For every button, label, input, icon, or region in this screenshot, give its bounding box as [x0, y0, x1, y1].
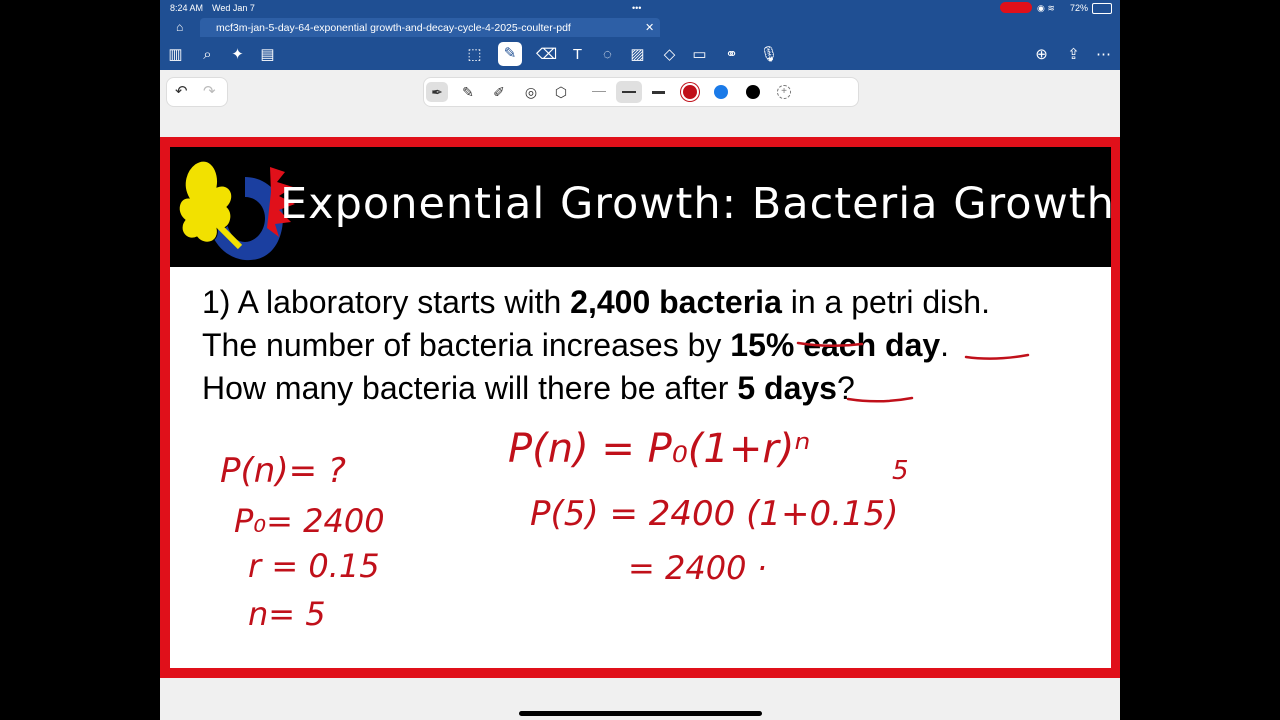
sticky-note-icon[interactable]: ▭	[690, 45, 709, 64]
status-time: 8:24 AM	[170, 3, 204, 13]
slide-title: Exponential Growth: Bacteria Growth	[280, 179, 1115, 229]
add-color-icon[interactable]: +	[777, 85, 791, 99]
medium-stroke-option[interactable]	[622, 91, 636, 93]
shape-recognition-icon[interactable]: ⬡	[550, 82, 572, 102]
problem-text-segment: The number of bacteria increases by	[202, 327, 731, 363]
link-icon[interactable]: ⚭	[722, 45, 741, 64]
step-2: = 2400 ·	[628, 549, 767, 587]
battery-text: 72%	[1070, 3, 1089, 13]
shapes-icon[interactable]: ◇	[660, 45, 679, 64]
redo-icon[interactable]: ↷	[203, 82, 216, 100]
problem-text-segment: How many bacteria will there be after	[202, 370, 738, 406]
given-p0: P₀= 2400	[234, 502, 385, 540]
document-tab-title: mcf3m-jan-5-day-64-exponential growth-an…	[216, 22, 571, 34]
step-1-exponent: 5	[892, 456, 909, 486]
red-color-swatch[interactable]	[683, 85, 697, 99]
given-pn: P(n)= ?	[220, 451, 346, 491]
pen-tool-icon[interactable]: ✎	[498, 42, 522, 66]
status-date: Wed Jan 7	[212, 3, 255, 13]
recording-icon[interactable]	[1000, 2, 1032, 13]
problem-text-segment: .	[940, 327, 950, 363]
main-toolbar: ▥ ⌕ ✦ ▤ ⬚ ✎ ⌫ T ◌ ▨ ◇ ▭ ⚭ 🎙︎ ⊕ ⇪ ⋯	[160, 39, 1120, 70]
thin-stroke-option[interactable]	[592, 91, 606, 92]
sidebar-icon[interactable]: ▥	[166, 45, 185, 64]
blue-color-swatch[interactable]	[714, 85, 728, 99]
brush-pen-icon[interactable]: ✐	[488, 82, 510, 102]
wifi-icon: ◉ ≋	[1037, 3, 1055, 13]
problem-text-segment: in a petri dish.	[781, 284, 990, 320]
close-tab-icon[interactable]: ✕	[645, 21, 654, 34]
document-tab[interactable]: mcf3m-jan-5-day-64-exponential growth-an…	[200, 18, 660, 37]
undo-icon[interactable]: ↶	[175, 82, 188, 100]
black-color-swatch[interactable]	[746, 85, 760, 99]
formula: P(n) = P₀(1+r)ⁿ	[508, 426, 810, 472]
eraser-icon[interactable]: ⌫	[536, 45, 557, 64]
home-indicator[interactable]	[519, 711, 762, 716]
problem-line-2: The number of bacteria increases by 15% …	[202, 324, 1102, 367]
status-bar: 8:24 AM Wed Jan 7 ••• ◉ ≋ 72%	[160, 0, 1120, 16]
problem-text: 1) A laboratory starts with 2,400 bacter…	[202, 281, 1102, 410]
problem-bold-segment: 2,400 bacteria	[570, 284, 782, 320]
app-window: 8:24 AM Wed Jan 7 ••• ◉ ≋ 72% ⌂ mcf3m-ja…	[160, 0, 1120, 720]
lasso-icon[interactable]: ◌	[598, 45, 617, 64]
more-dots-icon[interactable]: •••	[632, 3, 641, 13]
more-options-icon[interactable]: ⋯	[1094, 45, 1113, 64]
problem-bold-segment: each day	[803, 327, 941, 363]
page-list-icon[interactable]: ▤	[258, 45, 277, 64]
image-icon[interactable]: ▨	[628, 45, 647, 64]
battery-icon	[1092, 3, 1112, 14]
add-page-icon[interactable]: ⊕	[1032, 45, 1051, 64]
problem-line-1: 1) A laboratory starts with 2,400 bacter…	[202, 281, 1102, 324]
undo-redo-group: ↶ ↷	[166, 77, 228, 107]
problem-bold-segment: 5 days	[737, 370, 837, 406]
given-r: r = 0.15	[248, 547, 380, 585]
title-band: Exponential Growth: Bacteria Growth	[170, 147, 1114, 267]
slide-page[interactable]: Exponential Growth: Bacteria Growth 1) A…	[170, 147, 1114, 668]
search-icon[interactable]: ⌕	[198, 45, 217, 64]
problem-line-3: How many bacteria will there be after 5 …	[202, 367, 1102, 410]
text-box-icon[interactable]: T	[568, 45, 587, 64]
ball-pen-icon[interactable]: ✎	[457, 82, 479, 102]
problem-bold-segment: 15%	[730, 327, 795, 363]
given-n: n= 5	[248, 595, 326, 633]
slide-frame: Exponential Growth: Bacteria Growth 1) A…	[160, 137, 1120, 678]
problem-text-segment: 1) A laboratory starts with	[202, 284, 571, 320]
ai-sparkle-icon[interactable]: ✦	[228, 45, 247, 64]
share-icon[interactable]: ⇪	[1064, 45, 1083, 64]
step-1: P(5) = 2400 (1+0.15)	[530, 494, 898, 534]
problem-text-segment	[794, 327, 803, 363]
pen-settings-icon[interactable]: ◎	[520, 82, 542, 102]
problem-text-segment: ?	[836, 370, 855, 406]
thick-stroke-option[interactable]	[652, 91, 665, 94]
select-icon[interactable]: ⬚	[465, 45, 484, 64]
pen-options-bar: ✒ ✎ ✐ ◎ ⬡ +	[423, 77, 859, 107]
tab-bar: ⌂ mcf3m-jan-5-day-64-exponential growth-…	[160, 16, 1120, 39]
microphone-icon[interactable]: 🎙︎	[754, 45, 784, 64]
home-icon[interactable]: ⌂	[176, 20, 183, 34]
fountain-pen-icon[interactable]: ✒	[426, 82, 448, 102]
